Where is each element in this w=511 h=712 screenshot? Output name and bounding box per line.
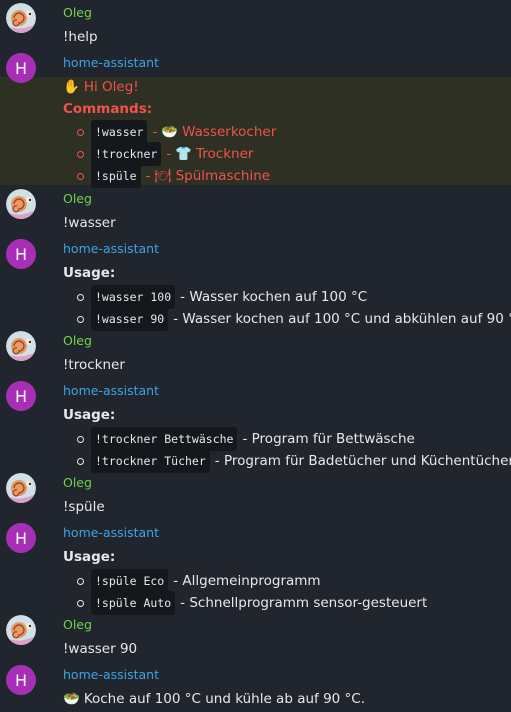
bullet-icon	[77, 172, 84, 180]
list-item: !spüle Eco - Allgemeinprogramm	[63, 569, 321, 593]
command-code: !spüle Eco	[91, 569, 169, 593]
snail-avatar-icon	[6, 3, 36, 33]
usage-description: - Program für Bettwäsche	[242, 431, 415, 447]
snail-avatar-icon	[6, 615, 36, 645]
command-label: Trockner	[196, 146, 254, 162]
bullet-icon	[77, 150, 84, 158]
sender-name[interactable]: home-assistant	[63, 667, 159, 683]
home-assistant-avatar[interactable]: H	[6, 381, 36, 411]
sender-name[interactable]: home-assistant	[63, 383, 159, 399]
command-code: !wasser 90	[91, 307, 169, 331]
message-text: Koche auf 100 °C und kühle ab auf 90 °C.	[83, 691, 366, 707]
bullet-icon	[77, 315, 84, 323]
list-item: !trockner Bettwäsche - Program für Bettw…	[63, 427, 415, 451]
message-text: !help	[63, 29, 98, 45]
command-code: !wasser 100	[91, 285, 176, 309]
command-code: !trockner Tücher	[91, 449, 210, 473]
message-text: !wasser	[63, 215, 116, 231]
sender-name[interactable]: Oleg	[63, 617, 92, 633]
message-text: !spüle	[63, 499, 105, 515]
command-label: Wasserkocher	[182, 124, 277, 140]
usage-description: - Schnellprogramm sensor-gesteuert	[180, 595, 428, 611]
message-text: !trockner	[63, 357, 125, 373]
list-item: !wasser 90 - Wasser kochen auf 100 °C un…	[63, 307, 511, 331]
message-text-line: 🥗 Koche auf 100 °C und kühle ab auf 90 °C…	[63, 690, 365, 708]
message-text: !wasser 90	[63, 641, 138, 657]
usage-heading: Usage:	[63, 407, 116, 423]
list-item: !spüle Auto - Schnellprogramm sensor-ges…	[63, 591, 427, 615]
command-code: !trockner	[91, 142, 162, 166]
home-assistant-avatar[interactable]: H	[6, 53, 36, 83]
message-timeline[interactable]: Oleg !help H home-assistant ✋ Hi Oleg! Co…	[0, 0, 511, 712]
bullet-icon	[77, 577, 84, 585]
plate-icon: 🍽	[154, 168, 172, 184]
sender-name[interactable]: home-assistant	[63, 55, 159, 71]
snail-avatar-icon	[6, 331, 36, 361]
list-item: !trockner - 👕 Trockner	[63, 142, 253, 166]
command-code: !trockner Bettwäsche	[91, 427, 238, 451]
bullet-icon	[77, 599, 84, 607]
oleg-avatar[interactable]	[6, 189, 36, 219]
oleg-avatar[interactable]	[6, 331, 36, 361]
command-code: !spüle Auto	[91, 591, 176, 615]
list-item: !wasser 100 - Wasser kochen auf 100 °C	[63, 285, 367, 309]
usage-description: - Wasser kochen auf 100 °C	[180, 289, 368, 305]
sender-name[interactable]: Oleg	[63, 191, 92, 207]
home-assistant-avatar[interactable]: H	[6, 665, 36, 695]
command-label: Spülmaschine	[175, 168, 271, 184]
oleg-avatar[interactable]	[6, 615, 36, 645]
list-item: !trockner Tücher - Program für Badetüche…	[63, 449, 511, 473]
list-item: !wasser - 🥗 Wasserkocher	[63, 120, 276, 144]
home-assistant-avatar[interactable]: H	[6, 239, 36, 269]
separator: -	[166, 146, 172, 162]
usage-description: - Program für Badetücher und Küchentüche…	[214, 453, 511, 469]
home-assistant-avatar[interactable]: H	[6, 523, 36, 553]
sender-name[interactable]: Oleg	[63, 475, 92, 491]
command-code: !spüle	[91, 164, 141, 188]
sender-name[interactable]: home-assistant	[63, 241, 159, 257]
sender-name[interactable]: home-assistant	[63, 525, 159, 541]
usage-description: - Allgemeinprogramm	[173, 573, 321, 589]
command-code: !wasser	[91, 120, 148, 144]
usage-description: - Wasser kochen auf 100 °C und abkühlen …	[173, 311, 511, 327]
bullet-icon	[77, 457, 84, 465]
oleg-avatar[interactable]	[6, 473, 36, 503]
usage-heading: Usage:	[63, 265, 116, 281]
list-item: !spüle - 🍽 Spülmaschine	[63, 164, 270, 188]
snail-avatar-icon	[6, 189, 36, 219]
separator: -	[152, 124, 158, 140]
bullet-icon	[77, 293, 84, 301]
salad-icon: 🥗	[63, 691, 80, 707]
commands-heading: Commands:	[63, 101, 153, 117]
greeting-text: Hi Oleg!	[83, 79, 139, 95]
greeting-line: ✋ Hi Oleg!	[63, 78, 139, 96]
salad-icon: 🥗	[161, 124, 179, 140]
bullet-icon	[77, 435, 84, 443]
snail-avatar-icon	[6, 473, 36, 503]
waving-hand-icon: ✋	[63, 79, 80, 95]
separator: -	[145, 168, 151, 184]
sender-name[interactable]: Oleg	[63, 333, 92, 349]
usage-heading: Usage:	[63, 549, 116, 565]
oleg-avatar[interactable]	[6, 3, 36, 33]
t-shirt-icon: 👕	[175, 146, 192, 162]
sender-name[interactable]: Oleg	[63, 5, 92, 21]
bullet-icon	[77, 128, 84, 136]
